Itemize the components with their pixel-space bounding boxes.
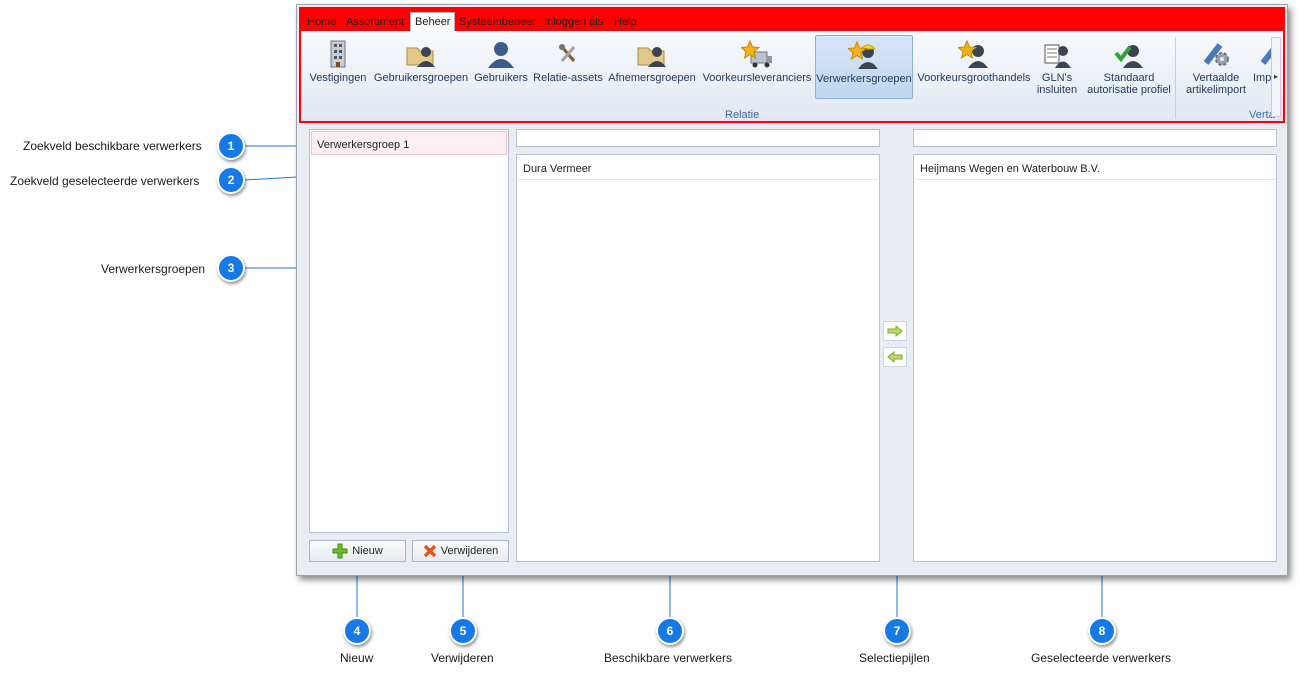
menu-beheer[interactable]: Beheer: [410, 12, 456, 32]
list-item[interactable]: Heijmans Wegen en Waterbouw B.V.: [915, 156, 1275, 180]
building-icon: [330, 40, 346, 68]
close-icon: [423, 544, 436, 558]
star-user-icon: [958, 39, 988, 68]
menu-bar: Home Assortiment Beheer Systeembeheer In…: [301, 9, 1283, 32]
callout-label: Zoekveld geselecteerde verwerkers: [10, 174, 200, 188]
callout-badge: 7: [883, 617, 911, 645]
move-left-button[interactable]: [883, 347, 907, 367]
document-user-icon: [1044, 44, 1071, 68]
tool-glns-insluiten-line2: insluiten: [1036, 84, 1078, 96]
tool-gebruikersgroepen[interactable]: Gebruikersgroepen: [373, 35, 469, 99]
callout-badge: 3: [217, 254, 245, 282]
tool-standaard-autorisatie-profiel[interactable]: Standaard autorisatie profiel: [1085, 35, 1173, 99]
tool-vertaalde-line1: Vertaalde: [1192, 72, 1240, 84]
callout-label: Verwerkersgroepen: [101, 262, 206, 276]
callout-badge: 8: [1088, 617, 1116, 645]
available-workers-list[interactable]: Dura Vermeer: [516, 154, 880, 562]
star-truck-icon: [741, 39, 772, 68]
tool-verwerkersgroepen-label: Verwerkersgroepen: [816, 73, 912, 85]
tool-gebruikersgroepen-label: Gebruikersgroepen: [373, 72, 469, 84]
plus-icon: [332, 543, 348, 559]
arrow-right-icon: [887, 325, 903, 337]
callout-label: Zoekveld beschikbare verwerkers: [23, 139, 202, 153]
callout-label: Nieuw: [340, 651, 374, 665]
check-user-icon: [1114, 45, 1143, 68]
tool-voorkeursleveranciers[interactable]: Voorkeursleveranciers: [701, 35, 813, 99]
ribbon-group-relatie: Relatie: [725, 109, 760, 121]
import-icon: [1260, 45, 1273, 65]
tool-glns-insluiten[interactable]: GLN's insluiten: [1033, 35, 1081, 99]
tool-gebruikers[interactable]: Gebruikers: [473, 35, 529, 99]
tool-import-label: Impo: [1253, 72, 1273, 84]
callout-badge: 5: [449, 617, 477, 645]
list-item[interactable]: Dura Vermeer: [518, 156, 878, 180]
tool-vestigingen[interactable]: Vestigingen: [307, 35, 369, 99]
application-window: Home Assortiment Beheer Systeembeheer In…: [296, 4, 1288, 576]
tool-verwerkersgroepen[interactable]: Verwerkersgroepen: [815, 35, 913, 99]
callout-badge: 1: [217, 132, 245, 160]
menu-home[interactable]: Home: [307, 16, 336, 28]
menu-help[interactable]: Help: [614, 16, 637, 28]
ribbon: Home Assortiment Beheer Systeembeheer In…: [299, 7, 1285, 123]
search-available-input[interactable]: [516, 129, 880, 147]
menu-assortiment[interactable]: Assortiment: [346, 16, 404, 28]
chevron-right-icon: ▸: [1273, 72, 1278, 81]
tool-afnemersgroepen[interactable]: Afnemersgroepen: [607, 35, 697, 99]
callout-badge: 6: [656, 617, 684, 645]
tool-glns-insluiten-line1: GLN's: [1041, 72, 1073, 84]
user-icon: [488, 42, 514, 68]
tool-standaard-line1: Standaard: [1103, 72, 1155, 84]
tools-icon: [559, 44, 576, 62]
verwerkersgroepen-list[interactable]: Verwerkersgroep 1: [309, 129, 509, 533]
gear-pencil-icon: [1203, 43, 1229, 66]
tool-relatie-assets-label: Relatie-assets: [533, 72, 603, 84]
menu-inloggen-als[interactable]: Inloggen als: [544, 16, 603, 28]
move-right-button[interactable]: [883, 321, 907, 341]
callout-label: Selectiepijlen: [859, 651, 930, 665]
customer-group-folder-icon: [637, 47, 666, 67]
delete-button-label: Verwijderen: [440, 545, 499, 557]
new-button-label: Nieuw: [352, 545, 383, 557]
new-button[interactable]: Nieuw: [309, 540, 406, 562]
tool-vertaalde-artikelimport[interactable]: Vertaalde artikelimport: [1181, 35, 1251, 99]
delete-button[interactable]: Verwijderen: [412, 540, 509, 562]
ribbon-toolbar: Vestigingen Gebruikersgroepen Gebruikers…: [301, 31, 1283, 121]
tool-vertaalde-line2: artikelimport: [1186, 84, 1246, 96]
ribbon-scroll-right[interactable]: ▸: [1271, 37, 1281, 117]
star-worker-icon: [848, 40, 878, 69]
tool-relatie-assets[interactable]: Relatie-assets: [533, 35, 603, 99]
tool-afnemersgroepen-label: Afnemersgroepen: [608, 72, 696, 84]
callout-label: Verwijderen: [431, 651, 494, 665]
tool-import[interactable]: Impo: [1253, 35, 1273, 99]
screenshot-stage: Home Assortiment Beheer Systeembeheer In…: [0, 0, 1300, 682]
menu-systeembeheer[interactable]: Systeembeheer: [459, 16, 536, 28]
callout-label: Geselecteerde verwerkers: [1031, 651, 1172, 665]
callout-label: Beschikbare verwerkers: [604, 651, 733, 665]
selected-workers-list[interactable]: Heijmans Wegen en Waterbouw B.V.: [913, 154, 1277, 562]
tool-gebruikers-label: Gebruikers: [474, 72, 528, 84]
list-item[interactable]: Verwerkersgroep 1: [311, 131, 507, 155]
user-group-folder-icon: [406, 47, 435, 67]
ribbon-group-separator: [1175, 37, 1176, 119]
tool-voorkeursgroothandels[interactable]: Voorkeursgroothandels: [917, 35, 1031, 99]
callout-badge: 4: [343, 617, 371, 645]
tool-standaard-line2: autorisatie profiel: [1087, 84, 1171, 96]
tool-vestigingen-label: Vestigingen: [309, 72, 367, 84]
search-selected-input[interactable]: [913, 129, 1277, 147]
tool-voorkeursleveranciers-label: Voorkeursleveranciers: [702, 72, 812, 84]
callout-badge: 2: [217, 166, 245, 194]
arrow-left-icon: [887, 351, 903, 363]
tool-voorkeursgroothandels-label: Voorkeursgroothandels: [917, 72, 1031, 84]
